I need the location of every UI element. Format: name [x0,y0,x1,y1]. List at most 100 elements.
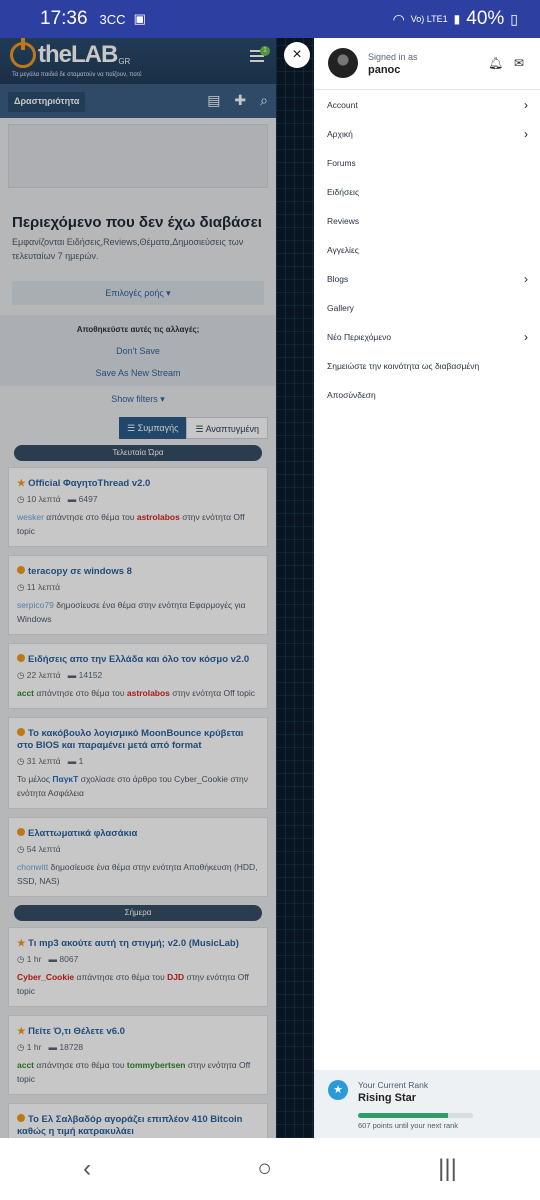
list-item[interactable]: teracopy σε windows 8 ◷ 11 λεπτά serpico… [8,555,268,635]
item-title[interactable]: Official ΦαγητοThread v2.0 [28,478,150,489]
mail-icon[interactable]: ✉ [514,56,524,70]
app-area: theLAB GR Τα μεγάλα παιδιά δε σταματούν … [0,38,540,1138]
menu-item-blogs[interactable]: Blogs › [314,264,540,293]
feed-options-button[interactable]: Επιλογές ροής ▾ [12,281,264,305]
menu-item-home[interactable]: Αρχική › [314,119,540,148]
list-item[interactable]: Ελαττωματικά φλασάκια ◷ 54 λεπτά chonwit… [8,817,268,897]
username[interactable]: panoc [368,64,400,76]
back-icon[interactable]: ‹ [83,1155,91,1183]
power-icon [10,38,36,68]
item-count: 6497 [78,494,98,504]
image-icon: ▣ [133,11,146,26]
dont-save-link[interactable]: Don't Save [0,346,276,356]
menu-item-account[interactable]: Account › [314,90,540,119]
menu-item-forums[interactable]: Forums [314,148,540,177]
chevron-right-icon: › [524,329,528,344]
plus-icon[interactable]: ✚ [234,92,246,109]
item-title[interactable]: Το Ελ Σαλβαδόρ αγοράζει επιπλέον 410 Bit… [17,1114,242,1137]
group-header-today: Σήμερα [14,905,262,921]
chevron-right-icon: › [524,126,528,141]
user-link[interactable]: Cyber_Cookie [17,972,74,982]
signal-icon: ▮ [453,12,461,26]
item-title[interactable]: Ειδήσεις απο την Ελλάδα και όλο τον κόσμ… [28,654,249,665]
clock-icon: ◷ [17,954,25,964]
user-link[interactable]: tommybertsen [127,1060,186,1070]
user-link[interactable]: ΠαγκΤ [52,774,78,784]
lte-label: Vo) LTE1 [410,14,448,24]
menu-item-new-content[interactable]: Νέο Περιεχόμενο › [314,322,540,351]
item-title[interactable]: Πείτε Ό,τι Θέλετε v6.0 [28,1026,125,1037]
page-title: Περιεχόμενο που δεν έχω διαβάσει [12,214,262,231]
user-link[interactable]: serpico79 [17,600,54,610]
battery-icon: ▯ [510,10,518,27]
user-link[interactable]: wesker [17,512,44,522]
list-item[interactable]: ★ Πείτε Ό,τι Θέλετε v6.0 ◷ 1 hr ▬ 18728 … [8,1015,268,1095]
bell-icon[interactable]: 🔔︎ [488,56,503,70]
list-item[interactable]: ★ Official ΦαγητοThread v2.0 ◷ 10 λεπτά … [8,467,268,547]
avatar[interactable] [328,48,358,78]
close-drawer-button[interactable]: × [284,42,310,68]
user-link[interactable]: acct [17,1060,34,1070]
user-link[interactable]: DJD [167,972,184,982]
tagline: Τα μεγάλα παιδιά δε σταματούν να παίζουν… [12,72,142,78]
drawer-header: Signed in as panoc 🔔︎ ✉ [314,38,540,90]
clock-icon: ◷ [17,756,25,766]
comment-icon: ▬ [67,494,77,504]
site-logo[interactable]: theLAB GR [10,38,131,69]
activity-breadcrumb[interactable]: Δραστηριότητα [8,92,86,112]
group-header-last-hour: Τελευταία Ώρα [14,445,262,461]
list-item[interactable]: Ειδήσεις απο την Ελλάδα και όλο τον κόσμ… [8,643,268,709]
compact-view-button[interactable]: ☰ Συμπαγής [119,417,187,439]
comment-icon: ▬ [67,670,77,680]
background-pattern [276,38,314,1138]
item-title[interactable]: teracopy σε windows 8 [28,566,132,577]
clock-icon: ◷ [17,1042,25,1052]
show-filters-link[interactable]: Show filters ▾ [0,394,276,405]
item-count: 18728 [59,1042,84,1052]
unread-dot-icon [17,728,25,736]
menu-item-sign-out[interactable]: Αποσύνδεση [314,380,540,409]
recents-icon[interactable]: ||| [438,1155,457,1183]
list-item[interactable]: Το Ελ Σαλβαδόρ αγοράζει επιπλέον 410 Bit… [8,1103,268,1138]
list-item[interactable]: Το κακόβουλο λογισμικό MoonBounce κρύβετ… [8,717,268,809]
status-bar: 17:36 3CC ▣ ◠ Vo) LTE1 ▮ 40% ▯ [0,0,540,38]
rank-progress-fill [358,1113,448,1118]
news-icon[interactable]: ▤ [207,92,220,109]
list-item[interactable]: ★ Τι mp3 ακούτε αυτή τη στιγμή; v2.0 (Mu… [8,927,268,1007]
expanded-view-button[interactable]: ☰ Αναπτυγμένη [186,417,268,439]
menu-item-reviews[interactable]: Reviews [314,206,540,235]
item-count: 8067 [59,954,79,964]
search-icon[interactable]: ⌕ [260,92,268,109]
user-link[interactable]: astrolabos [137,512,180,522]
save-new-stream-link[interactable]: Save As New Stream [0,368,276,378]
rank-panel: ★ Your Current Rank Rising Star 607 poin… [314,1070,540,1138]
user-link[interactable]: chonwitt [17,862,48,872]
3cc-icon: 3CC [99,11,126,27]
item-count: 1 [78,756,84,766]
menu-item-news[interactable]: Ειδήσεις [314,177,540,206]
comment-icon: ▬ [67,756,77,766]
list-icon: ☰ [127,423,138,433]
item-title[interactable]: Ελαττωματικά φλασάκια [28,828,137,839]
site-header: theLAB GR Τα μεγάλα παιδιά δε σταματούν … [0,38,276,84]
unread-dot-icon [17,828,25,836]
rank-name: Rising Star [358,1092,417,1104]
rank-star-icon: ★ [328,1080,348,1100]
home-icon[interactable]: ○ [257,1155,272,1183]
clock-icon: ◷ [17,670,25,680]
battery-level: 40% [466,8,505,29]
menu-item-classifieds[interactable]: Αγγελίες [314,235,540,264]
list-icon: ☰ [195,424,206,434]
user-link[interactable]: acct [17,688,34,698]
unread-dot-icon [17,654,25,662]
logo-suffix: GR [118,56,131,66]
menu-item-mark-read[interactable]: Σημειώστε την κοινότητα ως διαβασμένη [314,351,540,380]
item-title[interactable]: Το κακόβουλο λογισμικό MoonBounce κρύβετ… [17,728,243,751]
chevron-right-icon: › [524,97,528,112]
user-link[interactable]: astrolabos [127,688,170,698]
ad-placeholder [8,124,268,188]
menu-item-gallery[interactable]: Gallery [314,293,540,322]
item-title[interactable]: Τι mp3 ακούτε αυτή τη στιγμή; v2.0 (Musi… [28,938,239,949]
star-icon: ★ [17,478,26,489]
chevron-right-icon: › [524,271,528,286]
